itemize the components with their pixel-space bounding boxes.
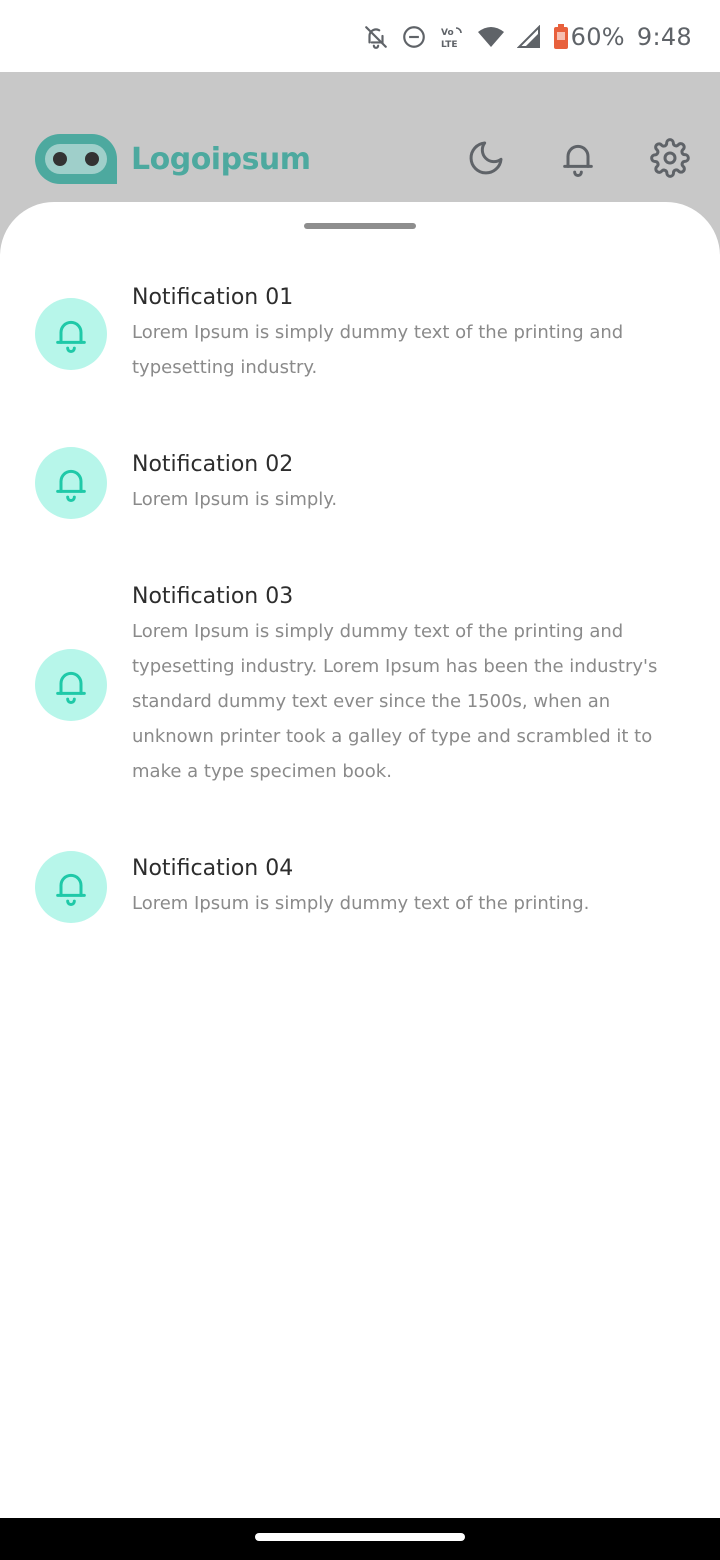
- notification-body: Notification 02 Lorem Ipsum is simply.: [132, 449, 685, 517]
- status-bar: Vo LTE 60% 9:48: [0, 0, 720, 72]
- system-nav-bar: [0, 1518, 720, 1560]
- notification-title: Notification 01: [132, 285, 294, 310]
- notification-title: Notification 04: [132, 856, 294, 881]
- moon-icon: [469, 141, 503, 175]
- notification-text: Lorem Ipsum is simply dummy text of the …: [132, 322, 624, 378]
- notification-item[interactable]: Notification 03 Lorem Ipsum is simply du…: [0, 581, 720, 789]
- battery-icon: [553, 24, 568, 49]
- notification-list: Notification 01 Lorem Ipsum is simply du…: [0, 282, 720, 985]
- notification-icon-badge: [35, 297, 107, 370]
- notification-icon-badge: [35, 447, 107, 519]
- notification-title: Notification 02: [132, 452, 294, 477]
- gear-icon: [650, 138, 690, 178]
- logo-mark-icon: [35, 134, 117, 184]
- notification-text: Lorem Ipsum is simply dummy text of the …: [132, 893, 590, 914]
- notification-icon-badge: [35, 851, 107, 923]
- notification-item[interactable]: Notification 04 Lorem Ipsum is simply du…: [0, 851, 720, 923]
- notification-body: Notification 01 Lorem Ipsum is simply du…: [132, 282, 685, 385]
- dark-mode-button[interactable]: [464, 136, 508, 180]
- home-gesture-pill[interactable]: [255, 1533, 465, 1541]
- volte-icon: Vo LTE: [441, 27, 462, 50]
- notification-item[interactable]: Notification 02 Lorem Ipsum is simply.: [0, 447, 720, 519]
- header-actions: [464, 136, 692, 180]
- bell-icon: [563, 144, 593, 177]
- clock: 9:48: [636, 23, 692, 51]
- notifications-off-icon: [364, 26, 387, 49]
- notifications-button[interactable]: [556, 136, 600, 180]
- screen: Vo LTE 60% 9:48 Logoipsum Notification 0…: [0, 0, 720, 1560]
- notification-item[interactable]: Notification 01 Lorem Ipsum is simply du…: [0, 282, 720, 385]
- settings-button[interactable]: [648, 136, 692, 180]
- drag-handle[interactable]: [304, 223, 416, 229]
- notification-icon-badge: [35, 649, 107, 721]
- wifi-icon: [477, 27, 504, 47]
- signal-icon: [516, 25, 540, 48]
- bell-icon: [56, 671, 86, 704]
- status-icons: Vo LTE 60% 9:48: [363, 20, 692, 54]
- battery-group: 60%: [553, 23, 625, 51]
- notification-text: Lorem Ipsum is simply.: [132, 489, 338, 510]
- notification-body: Notification 03 Lorem Ipsum is simply du…: [132, 581, 685, 789]
- notification-title: Notification 03: [132, 584, 294, 609]
- notification-text: Lorem Ipsum is simply dummy text of the …: [132, 621, 658, 782]
- logo-text: Logoipsum: [131, 141, 311, 177]
- bell-icon: [56, 469, 86, 502]
- do-not-disturb-icon: [402, 26, 425, 48]
- logo: Logoipsum: [35, 134, 311, 184]
- notifications-sheet: Notification 01 Lorem Ipsum is simply du…: [0, 202, 720, 1518]
- notification-body: Notification 04 Lorem Ipsum is simply du…: [132, 853, 685, 921]
- bell-icon: [56, 873, 86, 906]
- battery-percent: 60%: [570, 23, 625, 51]
- svg-text:Vo: Vo: [441, 28, 454, 38]
- svg-text:LTE: LTE: [441, 40, 458, 50]
- bell-icon: [56, 320, 86, 353]
